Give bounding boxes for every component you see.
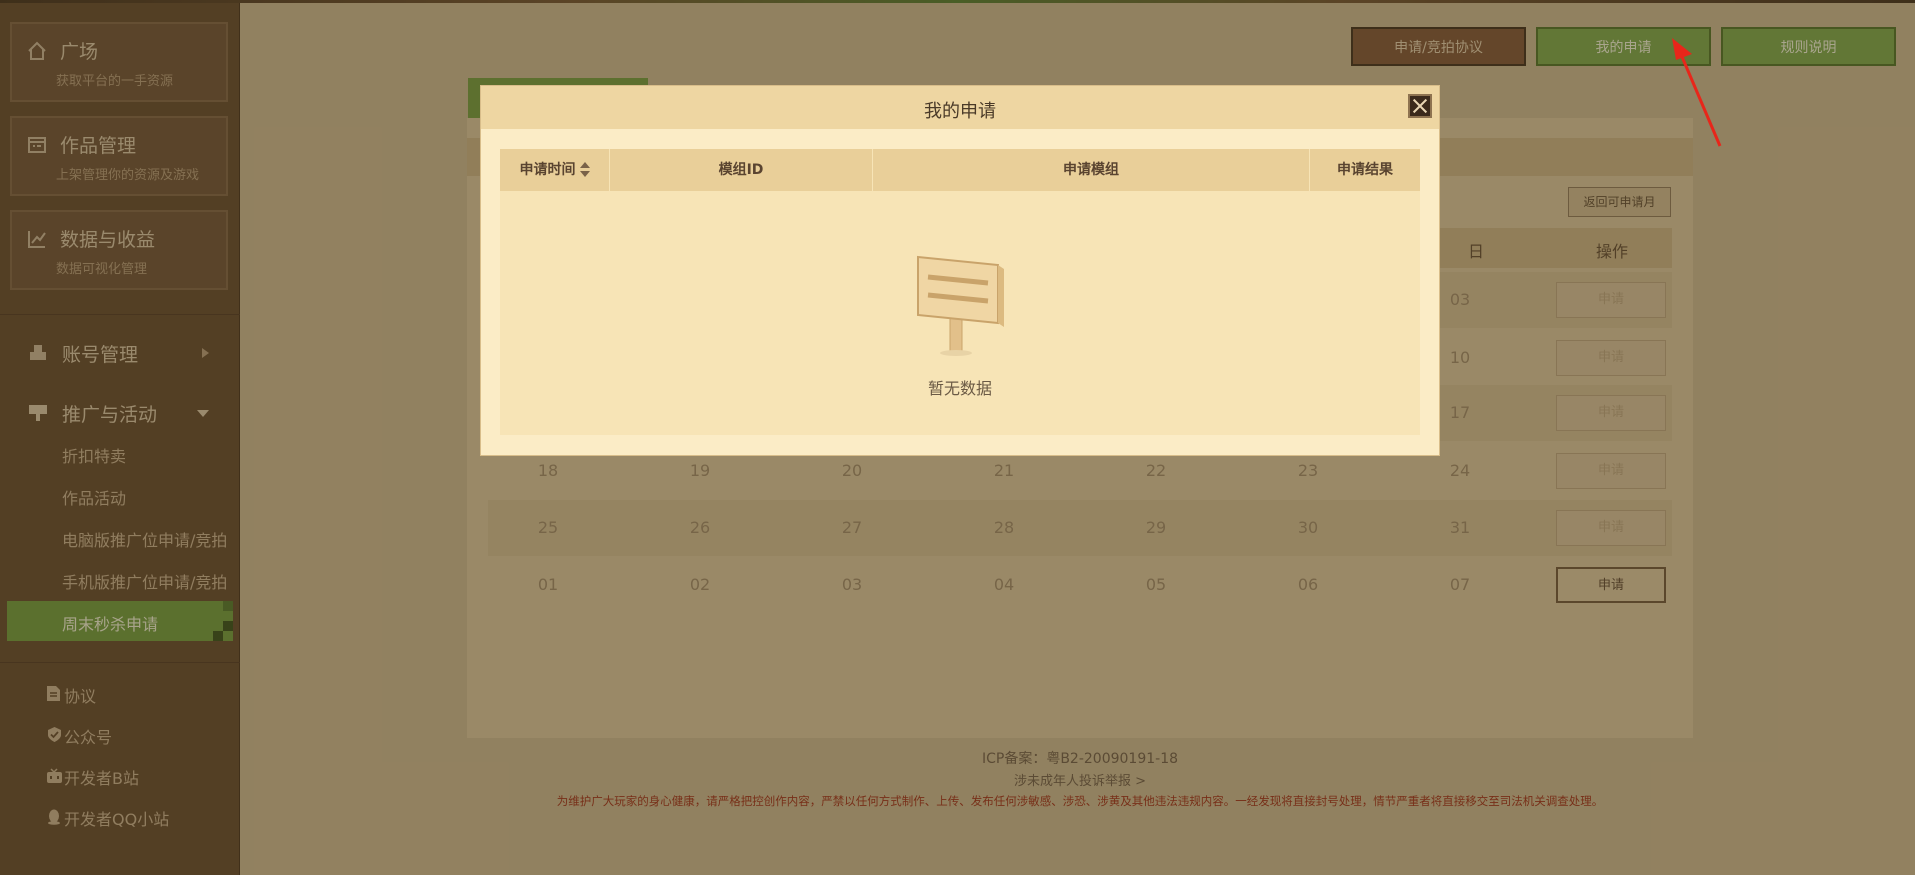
application-table: 申请时间 模组ID 申请模组 申请结果 暂无数据 [500, 149, 1420, 435]
close-icon[interactable] [1408, 94, 1432, 118]
empty-signpost-icon [917, 255, 1004, 356]
my-application-modal: 我的申请 申请时间 模组ID 申请模组 申请结果 暂无数据 [480, 85, 1440, 456]
column-label: 申请时间 [519, 162, 576, 178]
column-apply-result: 申请结果 [1337, 162, 1393, 178]
column-apply-mod: 申请模组 [873, 149, 1310, 191]
empty-text: 暂无数据 [927, 379, 992, 398]
sort-icon[interactable] [579, 162, 590, 178]
modal-title: 我的申请 [924, 101, 996, 122]
table-header: 申请时间 模组ID 申请模组 申请结果 [500, 149, 1420, 191]
empty-state [500, 249, 1420, 363]
column-apply-time[interactable]: 申请时间 [500, 149, 610, 191]
annotation-arrow-icon [1672, 38, 1722, 147]
column-mod-id: 模组ID [610, 149, 873, 191]
modal-header: 我的申请 [481, 86, 1439, 129]
